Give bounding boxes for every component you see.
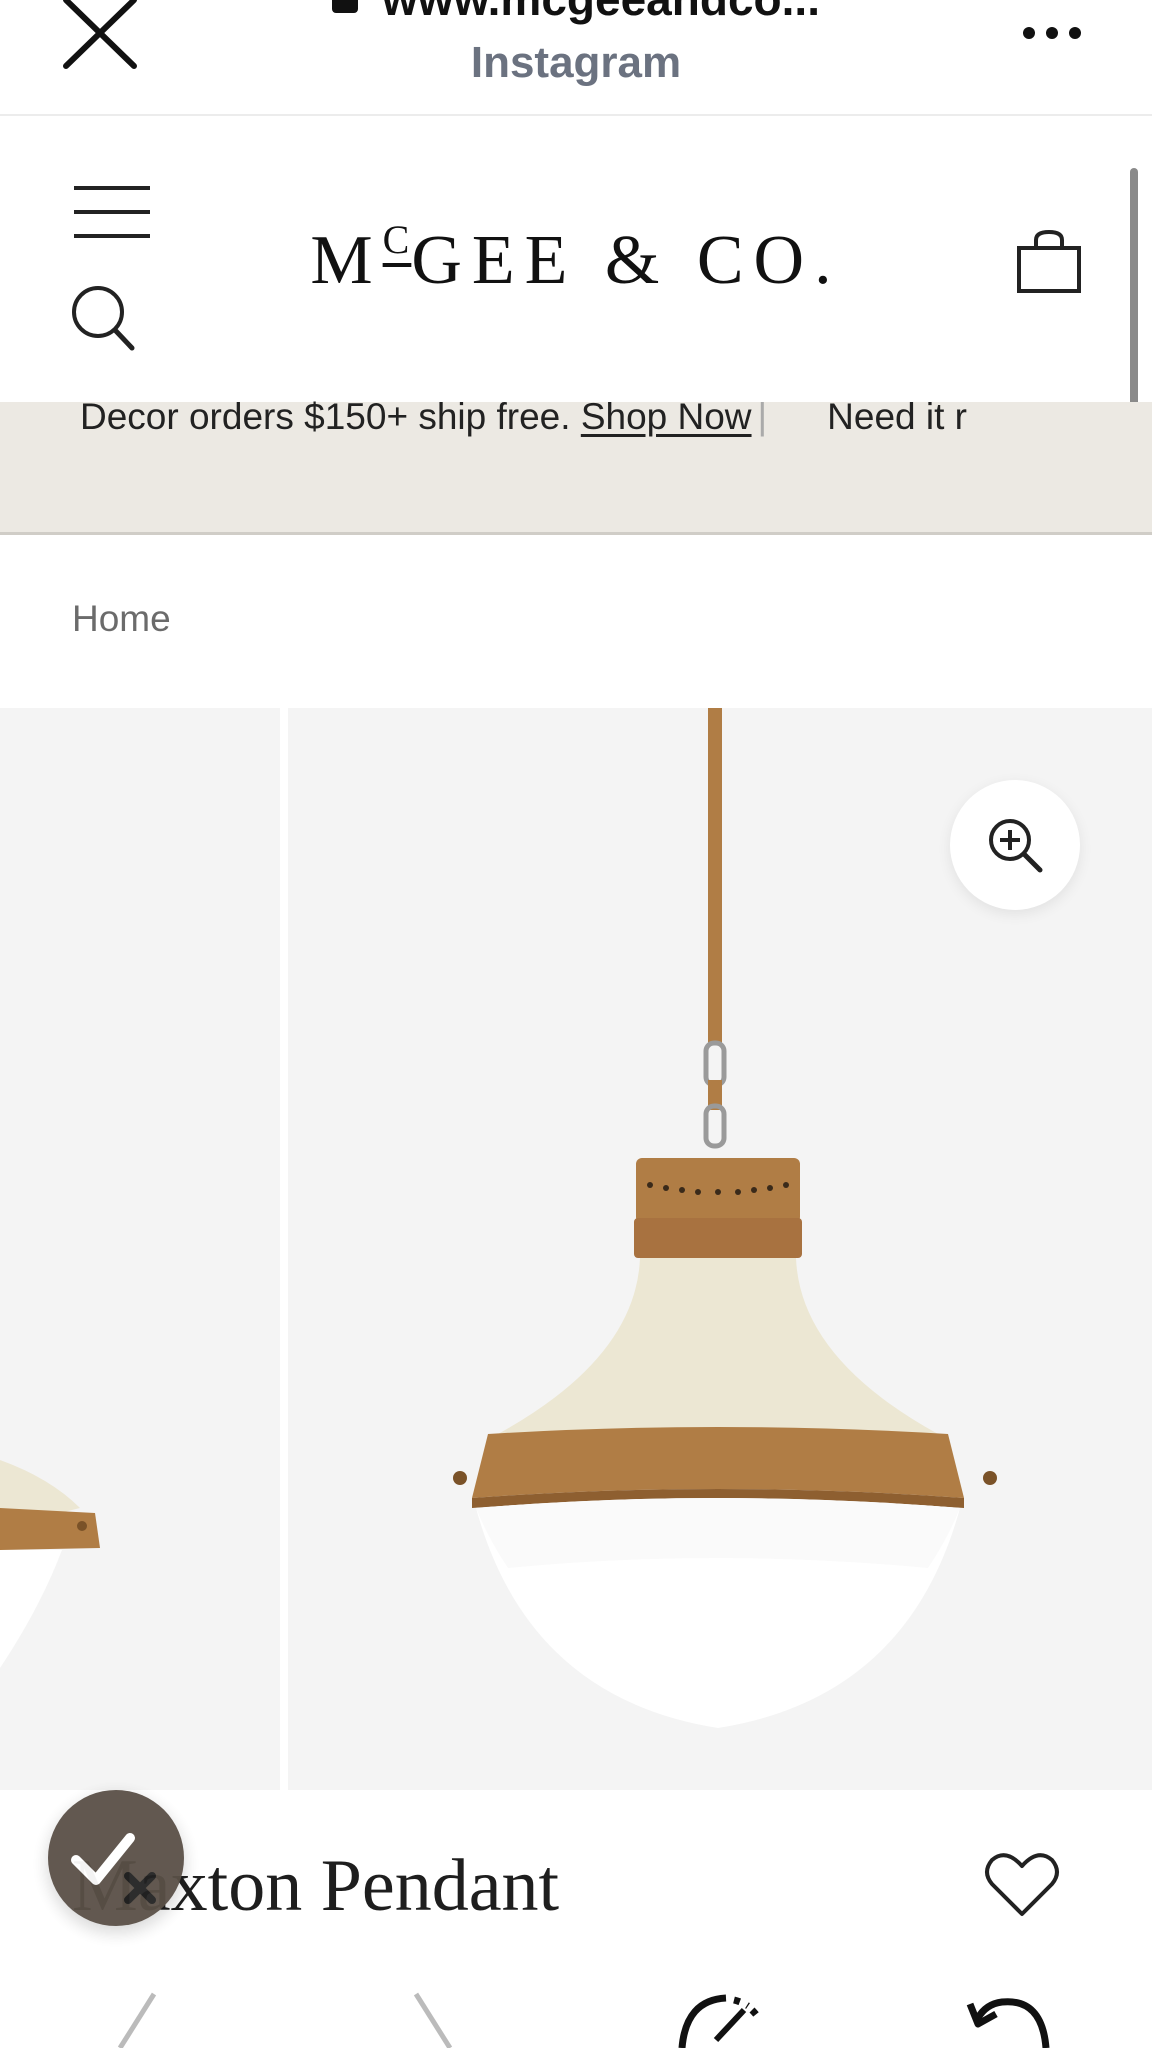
promo-next-text: Need it r — [827, 396, 967, 437]
reload-icon[interactable] — [966, 1990, 1050, 2053]
lock-icon — [332, 0, 359, 13]
brand-logo-m: M — [310, 222, 383, 299]
back-arrow-icon[interactable] — [110, 1990, 160, 2053]
promo-separator: | — [757, 396, 768, 437]
browser-url[interactable]: www.mcgeeandco... — [0, 0, 1152, 26]
promo-banner-line: Decor orders $150+ ship free. Shop Now | N… — [80, 396, 967, 438]
brand-logo[interactable]: MCGEE & CO. — [0, 216, 1152, 301]
browser-url-text: www.mcgeeandco... — [382, 0, 820, 25]
heart-icon[interactable] — [984, 1850, 1060, 1923]
brand-logo-c: C — [382, 217, 412, 262]
check-close-icon — [71, 1833, 156, 1904]
promo-shop-now-link[interactable]: Shop Now — [581, 396, 752, 437]
brand-logo-rest: GEE & CO. — [411, 222, 842, 299]
browser-subtitle: Instagram — [470, 38, 682, 87]
zoom-button[interactable] — [950, 780, 1080, 910]
shopping-bag-icon[interactable] — [1016, 229, 1082, 299]
breadcrumb: Home — [72, 598, 171, 640]
page-scrollbar[interactable] — [1130, 168, 1138, 408]
more-horizontal-icon[interactable] — [1022, 26, 1082, 45]
pendant-image-partial — [0, 1460, 100, 1668]
promo-text: Decor orders $150+ ship free. — [80, 396, 571, 437]
speedometer-icon[interactable] — [676, 1990, 766, 2053]
browser-bottom-toolbar — [0, 1990, 1152, 2050]
zoom-in-icon — [989, 819, 1043, 873]
forward-arrow-icon[interactable] — [410, 1990, 460, 2053]
floating-check-badge[interactable] — [48, 1790, 184, 1926]
product-image-previous[interactable] — [0, 708, 280, 1790]
breadcrumb-home-link[interactable]: Home — [72, 598, 171, 639]
